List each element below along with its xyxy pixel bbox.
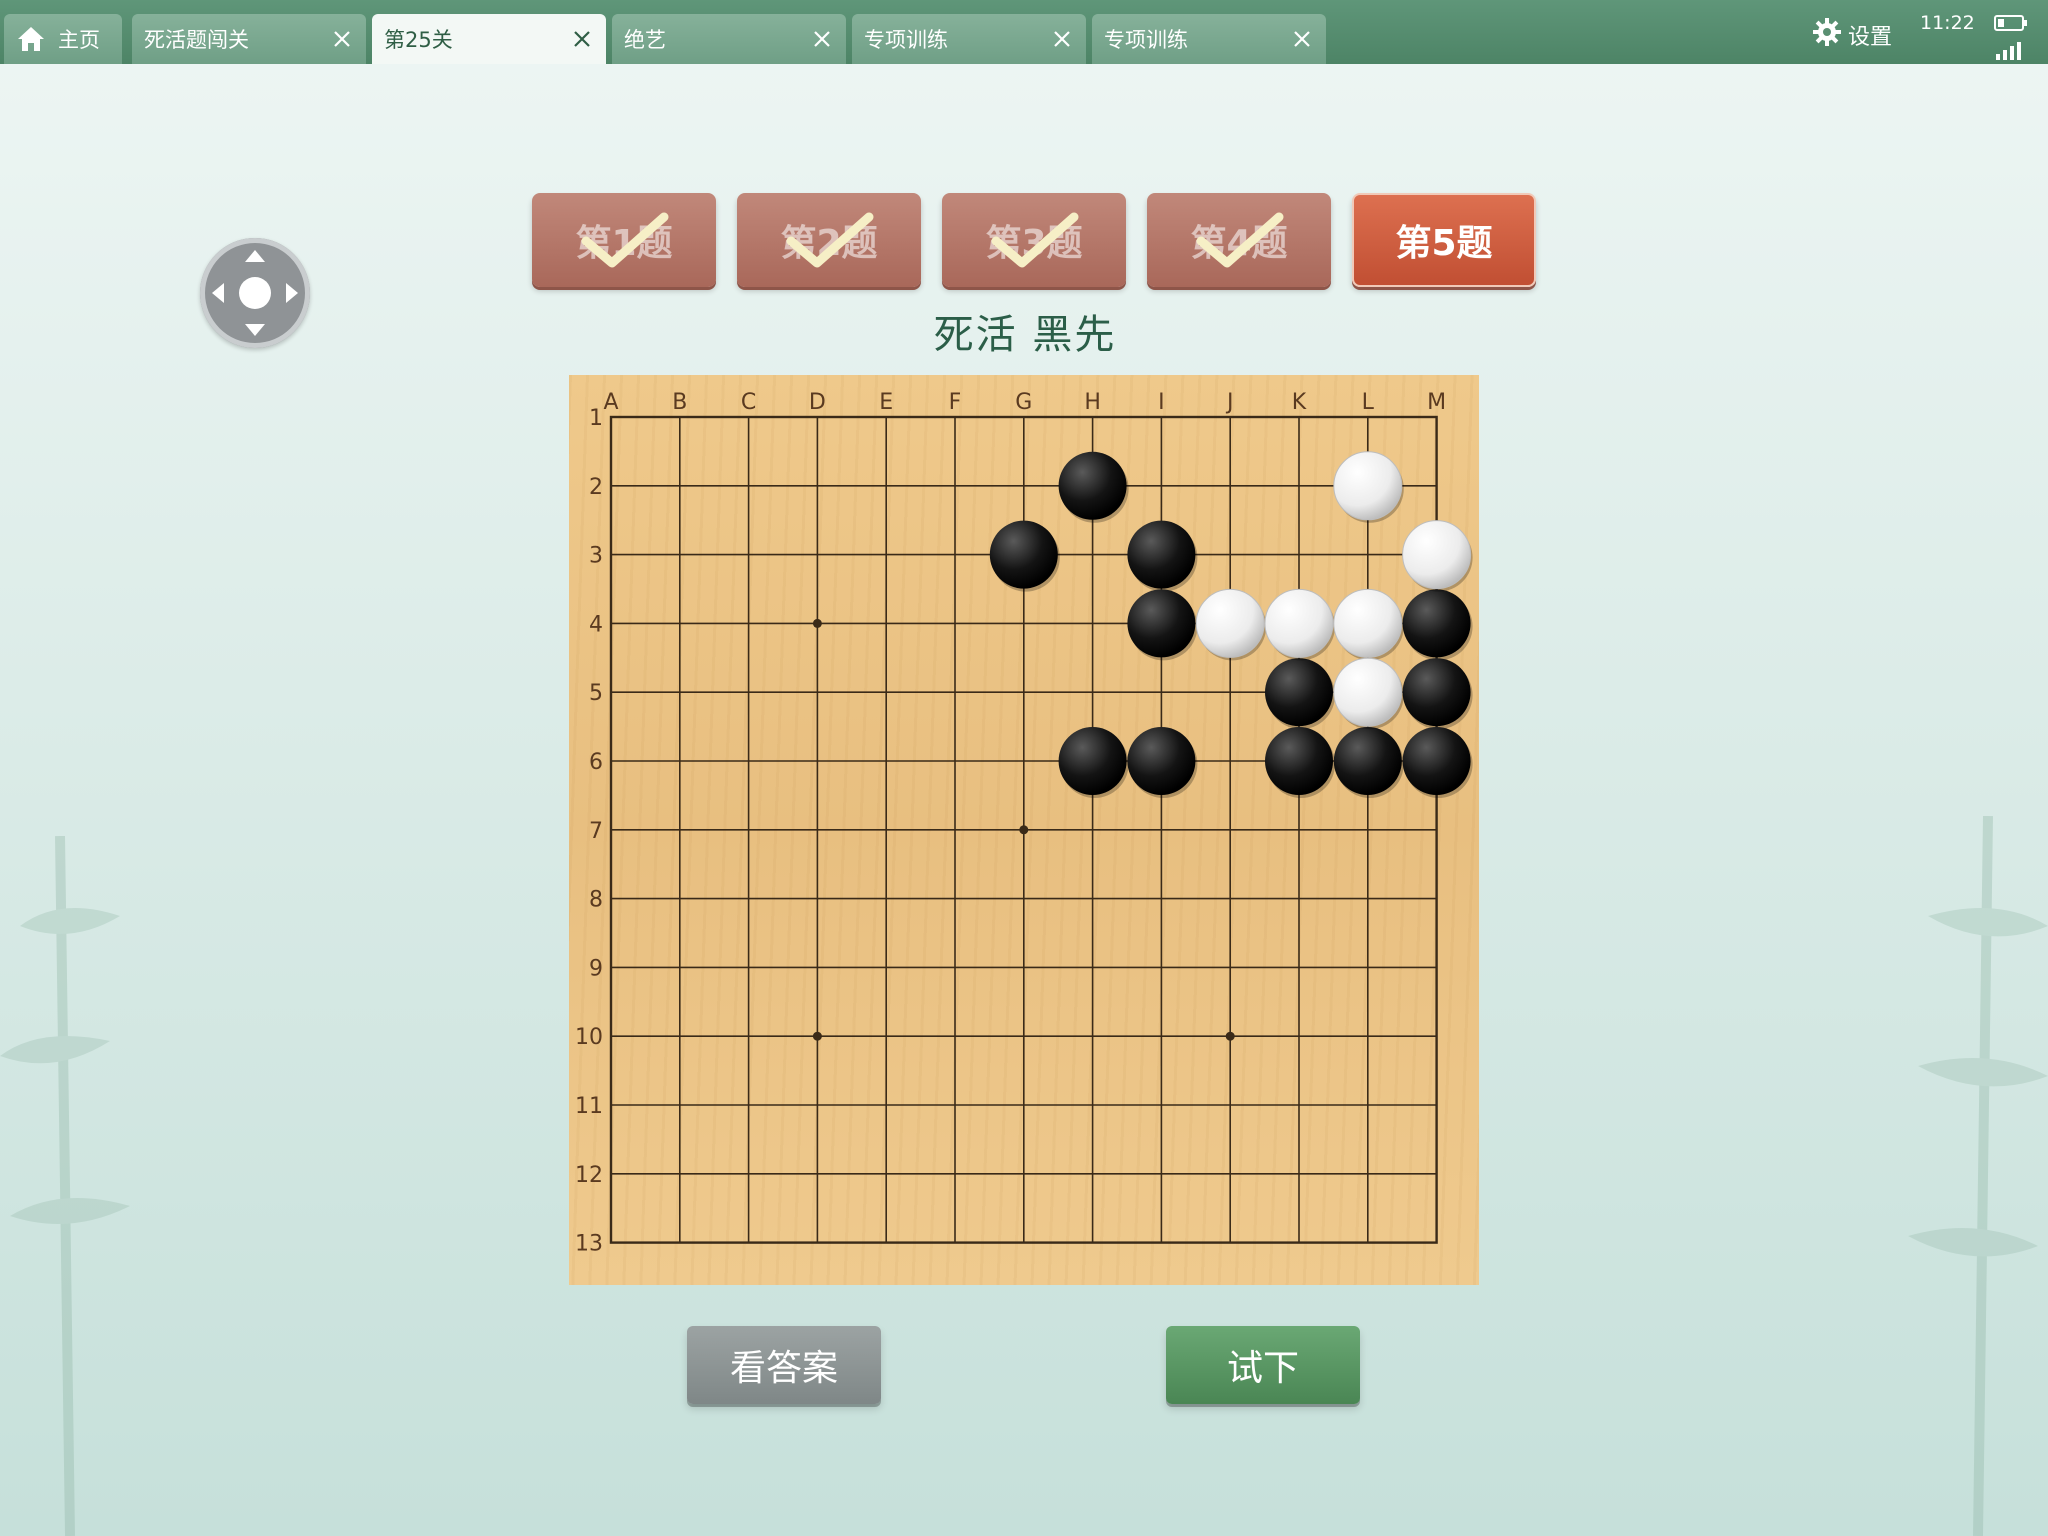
checkmark-icon (786, 212, 874, 268)
black-stone (1402, 658, 1471, 727)
column-label: G (1015, 390, 1032, 415)
column-label: M (1427, 390, 1446, 415)
tab-label: 第25关 (384, 28, 453, 52)
row-label: 11 (575, 1094, 603, 1119)
checkmark-icon (581, 212, 669, 268)
tab-special-training[interactable]: 专项训练 (852, 14, 1086, 64)
close-icon[interactable] (564, 21, 600, 57)
go-board[interactable]: A B C D E F G H I J K L M 1 2 3 4 5 6 7 8 9 10 11 12 13 (569, 375, 1479, 1285)
black-stone (1127, 589, 1196, 658)
direction-pad[interactable] (200, 238, 310, 348)
gear-icon (1812, 17, 1848, 53)
problem-3-button[interactable]: 第3题 (942, 193, 1126, 287)
star-point (812, 618, 822, 628)
tab-label: 死活题闯关 (144, 28, 249, 52)
black-stone (1058, 451, 1127, 520)
black-stone (1265, 658, 1333, 727)
black-stone (1127, 520, 1196, 589)
column-label: H (1084, 390, 1101, 415)
signal-icon (1994, 40, 2024, 64)
tab-home[interactable]: 主页 (4, 14, 122, 64)
close-icon[interactable] (1044, 21, 1080, 57)
tab-label: 主页 (58, 28, 100, 52)
settings-button[interactable]: 设置 (1812, 18, 1892, 52)
bamboo-decoration-right (1908, 816, 2048, 1536)
black-stone (1127, 727, 1196, 795)
black-stone (989, 520, 1058, 589)
row-label: 4 (589, 612, 603, 637)
tab-jueyi[interactable]: 绝艺 (612, 14, 846, 64)
problem-prompt: 死活 黑先 (933, 312, 1117, 358)
tab-deathlife-challenge[interactable]: 死活题闯关 (132, 14, 366, 64)
column-label: D (809, 390, 826, 415)
black-stone (1402, 727, 1471, 795)
column-label: E (879, 390, 893, 415)
problem-1-button[interactable]: 第1题 (532, 193, 716, 287)
tab-level-25[interactable]: 第25关 (372, 14, 606, 64)
bamboo-decoration-left (0, 836, 130, 1536)
clock: 11:22 (1920, 12, 1975, 34)
star-point (1225, 1031, 1235, 1041)
problem-4-button[interactable]: 第4题 (1147, 193, 1331, 287)
close-icon[interactable] (804, 21, 840, 57)
black-stone (1402, 589, 1471, 658)
white-stone (1333, 451, 1403, 521)
star-point (1019, 825, 1029, 835)
row-label: 8 (589, 888, 603, 913)
column-label: L (1362, 390, 1375, 415)
white-stone (1333, 588, 1403, 658)
row-label: 13 (575, 1232, 603, 1257)
white-stone (1195, 588, 1265, 658)
tab-special-training-2[interactable]: 专项训练 (1092, 14, 1326, 64)
close-icon[interactable] (1284, 21, 1320, 57)
white-stone (1264, 588, 1334, 658)
column-label: C (741, 390, 756, 415)
row-label: 2 (589, 475, 603, 500)
column-label: K (1292, 390, 1307, 415)
row-label: 10 (575, 1025, 603, 1050)
tab-label: 专项训练 (1104, 28, 1188, 52)
white-stone (1402, 520, 1472, 590)
black-stone (1058, 727, 1127, 795)
tab-label: 绝艺 (624, 28, 666, 52)
column-label: F (949, 390, 962, 415)
checkmark-icon (991, 212, 1079, 268)
top-bar: 主页 死活题闯关 第25关 绝艺 专项训练 专项训练 设置 11:22 (0, 0, 2048, 64)
row-label: 9 (589, 956, 603, 981)
column-label: I (1158, 390, 1165, 415)
row-label: 3 (589, 544, 603, 569)
column-label: J (1225, 390, 1234, 415)
tab-label: 专项训练 (864, 28, 948, 52)
black-stone (1333, 727, 1402, 795)
problem-5-button[interactable]: 第5题 (1352, 193, 1536, 287)
column-label: B (672, 390, 687, 415)
settings-label: 设置 (1848, 25, 1893, 50)
try-move-button[interactable]: 试下 (1166, 1326, 1360, 1404)
battery-icon (1994, 14, 2028, 36)
column-label: A (603, 390, 618, 415)
black-stone (1265, 727, 1333, 795)
row-label: 6 (589, 750, 603, 775)
close-icon[interactable] (324, 21, 360, 57)
view-answer-button[interactable]: 看答案 (687, 1326, 881, 1404)
direction-pad-icon (212, 250, 298, 336)
problem-2-button[interactable]: 第2题 (737, 193, 921, 287)
row-label: 7 (589, 819, 603, 844)
white-stone (1333, 657, 1403, 727)
row-label: 12 (575, 1163, 603, 1188)
row-label: 5 (589, 681, 603, 706)
problem-label: 第5题 (1395, 223, 1493, 264)
home-icon (16, 25, 46, 53)
star-point (812, 1031, 822, 1041)
checkmark-icon (1196, 212, 1284, 268)
row-label: 1 (589, 406, 603, 431)
